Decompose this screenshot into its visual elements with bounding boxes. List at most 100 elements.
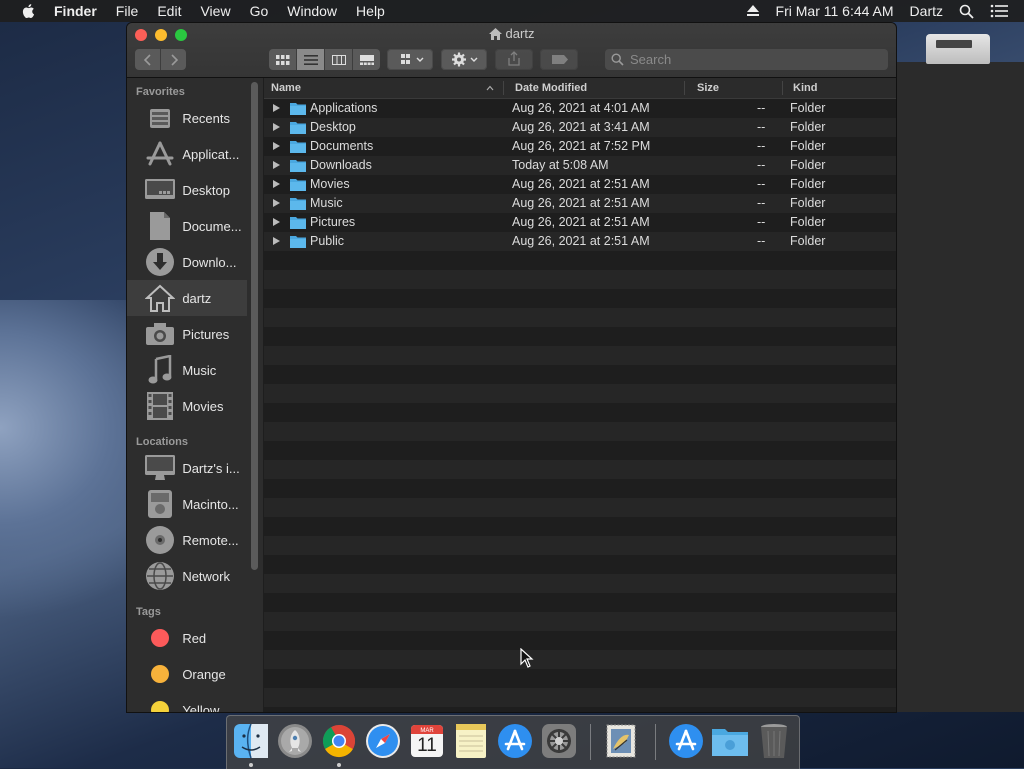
file-kind: Folder bbox=[790, 234, 826, 248]
calendar-day: 11 bbox=[417, 735, 437, 756]
file-date: Today at 5:08 AM bbox=[512, 158, 609, 172]
group-by-button[interactable] bbox=[387, 49, 433, 70]
sidebar-item-pictures[interactable]: Pictures bbox=[127, 316, 247, 352]
sidebar-item-home[interactable]: dartz bbox=[127, 280, 247, 316]
menu-edit[interactable]: Edit bbox=[157, 3, 181, 19]
table-row[interactable]: Public Aug 26, 2021 at 2:51 AM -- Folder bbox=[264, 232, 896, 251]
app-store-folder-icon[interactable] bbox=[667, 722, 705, 760]
file-size: -- bbox=[757, 215, 766, 229]
column-divider[interactable] bbox=[782, 81, 783, 95]
action-button[interactable] bbox=[441, 49, 487, 70]
sidebar-item-recents[interactable]: Recents bbox=[127, 100, 247, 136]
sidebar-item-remote-disc[interactable]: Remote... bbox=[127, 522, 247, 558]
sidebar-item-desktop[interactable]: Desktop bbox=[127, 172, 247, 208]
folder-icon[interactable] bbox=[711, 722, 749, 760]
share-button[interactable] bbox=[495, 49, 533, 70]
window-title: dartz bbox=[127, 26, 896, 41]
column-divider[interactable] bbox=[503, 81, 504, 95]
menu-file[interactable]: File bbox=[116, 3, 139, 19]
column-kind[interactable]: Kind bbox=[793, 82, 817, 94]
spotlight-search-icon[interactable] bbox=[959, 4, 974, 19]
system-preferences-icon[interactable] bbox=[540, 722, 578, 760]
table-row[interactable]: Movies Aug 26, 2021 at 2:51 AM -- Folder bbox=[264, 175, 896, 194]
chevron-right-icon bbox=[170, 53, 178, 66]
table-row[interactable]: Pictures Aug 26, 2021 at 2:51 AM -- Fold… bbox=[264, 213, 896, 232]
clock[interactable]: Fri Mar 11 6:44 AM bbox=[776, 3, 894, 19]
back-button[interactable] bbox=[135, 49, 161, 70]
menu-go[interactable]: Go bbox=[250, 3, 269, 19]
sidebar-item-tag-orange[interactable]: Orange bbox=[127, 656, 247, 692]
sidebar-item-label: Downlo... bbox=[182, 254, 237, 270]
dock-separator bbox=[590, 724, 591, 760]
desktop-drive-icon[interactable] bbox=[926, 34, 990, 64]
disclosure-triangle-icon[interactable] bbox=[273, 199, 280, 207]
menu-view[interactable]: View bbox=[200, 3, 230, 19]
sidebar-item-applications[interactable]: Applicat... bbox=[127, 136, 247, 172]
sidebar-item-label: Macinto... bbox=[182, 496, 239, 512]
disc-icon bbox=[143, 524, 176, 556]
home-icon bbox=[143, 282, 176, 314]
calendar-icon[interactable]: MAR 11 bbox=[408, 722, 446, 760]
user-menu[interactable]: Dartz bbox=[910, 3, 943, 19]
menu-window[interactable]: Window bbox=[287, 3, 337, 19]
dock-separator bbox=[655, 724, 656, 760]
eject-icon[interactable] bbox=[746, 5, 760, 17]
notification-center-icon[interactable] bbox=[990, 4, 1008, 18]
sidebar-item-tag-yellow[interactable]: Yellow bbox=[127, 692, 247, 712]
sidebar-item-network[interactable]: Network bbox=[127, 558, 247, 594]
sidebar-item-label: Pictures bbox=[182, 326, 230, 342]
column-divider[interactable] bbox=[684, 81, 685, 95]
disclosure-triangle-icon[interactable] bbox=[273, 104, 280, 112]
sidebar-item-label: dartz bbox=[182, 290, 212, 306]
launchpad-icon[interactable] bbox=[276, 722, 314, 760]
sidebar-item-label: Network bbox=[182, 568, 230, 584]
sidebar-item-music[interactable]: Music bbox=[127, 352, 247, 388]
disclosure-triangle-icon[interactable] bbox=[273, 237, 280, 245]
film-icon bbox=[143, 390, 176, 422]
disclosure-triangle-icon[interactable] bbox=[273, 180, 280, 188]
disclosure-triangle-icon[interactable] bbox=[273, 218, 280, 226]
disclosure-triangle-icon[interactable] bbox=[273, 123, 280, 131]
sidebar-item-documents[interactable]: Docume... bbox=[127, 208, 247, 244]
sidebar: Favorites Recents Applicat... Desktop Do… bbox=[127, 78, 263, 712]
chrome-icon[interactable] bbox=[320, 722, 358, 760]
apple-icon[interactable] bbox=[20, 2, 38, 20]
table-row[interactable]: Music Aug 26, 2021 at 2:51 AM -- Folder bbox=[264, 194, 896, 213]
table-row[interactable]: Desktop Aug 26, 2021 at 3:41 AM -- Folde… bbox=[264, 118, 896, 137]
forward-button[interactable] bbox=[161, 49, 186, 70]
mail-stamp-icon[interactable] bbox=[602, 722, 640, 760]
column-name[interactable]: Name bbox=[271, 82, 301, 94]
column-size[interactable]: Size bbox=[697, 82, 719, 94]
gallery-view-button[interactable] bbox=[353, 49, 380, 70]
disclosure-triangle-icon[interactable] bbox=[273, 161, 280, 169]
app-store-icon[interactable] bbox=[496, 722, 534, 760]
disclosure-triangle-icon[interactable] bbox=[273, 142, 280, 150]
list-view-button[interactable] bbox=[297, 49, 325, 70]
file-size: -- bbox=[757, 120, 766, 134]
column-view-button[interactable] bbox=[325, 49, 353, 70]
search-field[interactable]: Search bbox=[605, 49, 888, 70]
file-list: Name Date Modified Size Kind Application… bbox=[264, 78, 896, 712]
sidebar-item-downloads[interactable]: Downlo... bbox=[127, 244, 247, 280]
menu-finder[interactable]: Finder bbox=[54, 3, 97, 19]
notes-icon[interactable] bbox=[452, 722, 490, 760]
finder-icon[interactable] bbox=[232, 722, 270, 760]
sidebar-item-movies[interactable]: Movies bbox=[127, 388, 247, 424]
trash-icon[interactable] bbox=[755, 722, 793, 760]
table-row[interactable]: Applications Aug 26, 2021 at 4:01 AM -- … bbox=[264, 99, 896, 118]
icon-view-button[interactable] bbox=[269, 49, 297, 70]
column-date-modified[interactable]: Date Modified bbox=[515, 82, 587, 94]
sidebar-item-label: Applicat... bbox=[182, 146, 240, 162]
table-row[interactable]: Documents Aug 26, 2021 at 7:52 PM -- Fol… bbox=[264, 137, 896, 156]
favorites-heading: Favorites bbox=[136, 86, 185, 98]
edit-tags-button[interactable] bbox=[540, 49, 578, 70]
sidebar-item-imac[interactable]: Dartz's i... bbox=[127, 450, 247, 486]
sidebar-item-label: Dartz's i... bbox=[182, 460, 240, 476]
safari-icon[interactable] bbox=[364, 722, 402, 760]
menu-help[interactable]: Help bbox=[356, 3, 385, 19]
table-row[interactable]: Downloads Today at 5:08 AM -- Folder bbox=[264, 156, 896, 175]
sidebar-item-macintosh-hd[interactable]: Macinto... bbox=[127, 486, 247, 522]
sidebar-scrollbar[interactable] bbox=[251, 82, 258, 570]
sidebar-item-tag-red[interactable]: Red bbox=[127, 620, 247, 656]
file-kind: Folder bbox=[790, 196, 826, 210]
